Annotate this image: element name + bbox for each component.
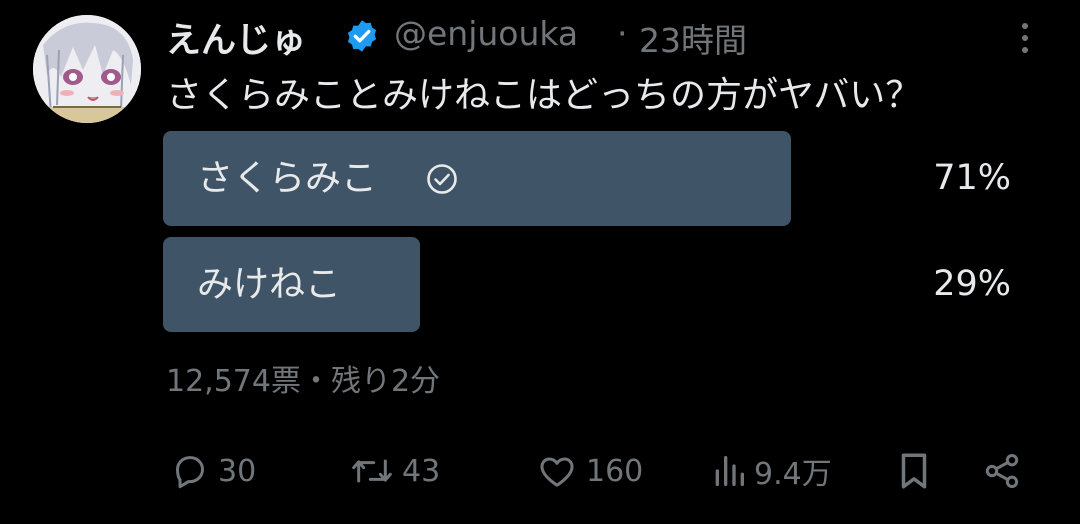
poll-option: さくらみこ 71% bbox=[163, 131, 1023, 226]
like-button[interactable]: 160 bbox=[536, 446, 643, 496]
bookmark-icon bbox=[901, 453, 927, 489]
views-icon bbox=[715, 456, 744, 486]
poll-meta: 12,574票・残り2分 bbox=[166, 364, 441, 399]
retweet-button[interactable]: 43 bbox=[350, 446, 440, 496]
share-button[interactable] bbox=[982, 446, 1022, 496]
views-count: 9.4万 bbox=[754, 457, 832, 492]
retweet-icon bbox=[352, 459, 392, 483]
poll-option-label: さくらみこ bbox=[197, 158, 378, 199]
poll-option-label: みけねこ bbox=[197, 264, 342, 305]
poll-option: みけねこ 29% bbox=[163, 237, 1023, 332]
reply-icon bbox=[176, 456, 204, 489]
views-button[interactable]: 9.4万 bbox=[712, 446, 832, 496]
share-icon bbox=[985, 454, 1019, 488]
bookmark-button[interactable] bbox=[895, 446, 933, 496]
poll-option-percent: 71% bbox=[933, 158, 1011, 198]
verified-badge-icon bbox=[347, 20, 377, 52]
timestamp[interactable]: 23時間 bbox=[639, 14, 747, 62]
author-display-name[interactable]: えんじゅ bbox=[166, 12, 306, 63]
poll-option-percent: 29% bbox=[933, 264, 1011, 304]
avatar[interactable] bbox=[33, 15, 141, 123]
author-handle[interactable]: @enjuouka bbox=[394, 14, 578, 53]
more-icon[interactable] bbox=[1010, 20, 1040, 56]
like-count: 160 bbox=[586, 453, 644, 489]
tweet-text: さくらみことみけねこはどっちの方がヤバい？ bbox=[166, 75, 922, 116]
like-icon bbox=[540, 457, 574, 487]
separator-dot: · bbox=[617, 14, 628, 53]
reply-button[interactable]: 30 bbox=[170, 446, 256, 496]
retweet-count: 43 bbox=[402, 453, 441, 489]
check-circle-icon bbox=[427, 164, 457, 194]
reply-count: 30 bbox=[218, 453, 257, 489]
